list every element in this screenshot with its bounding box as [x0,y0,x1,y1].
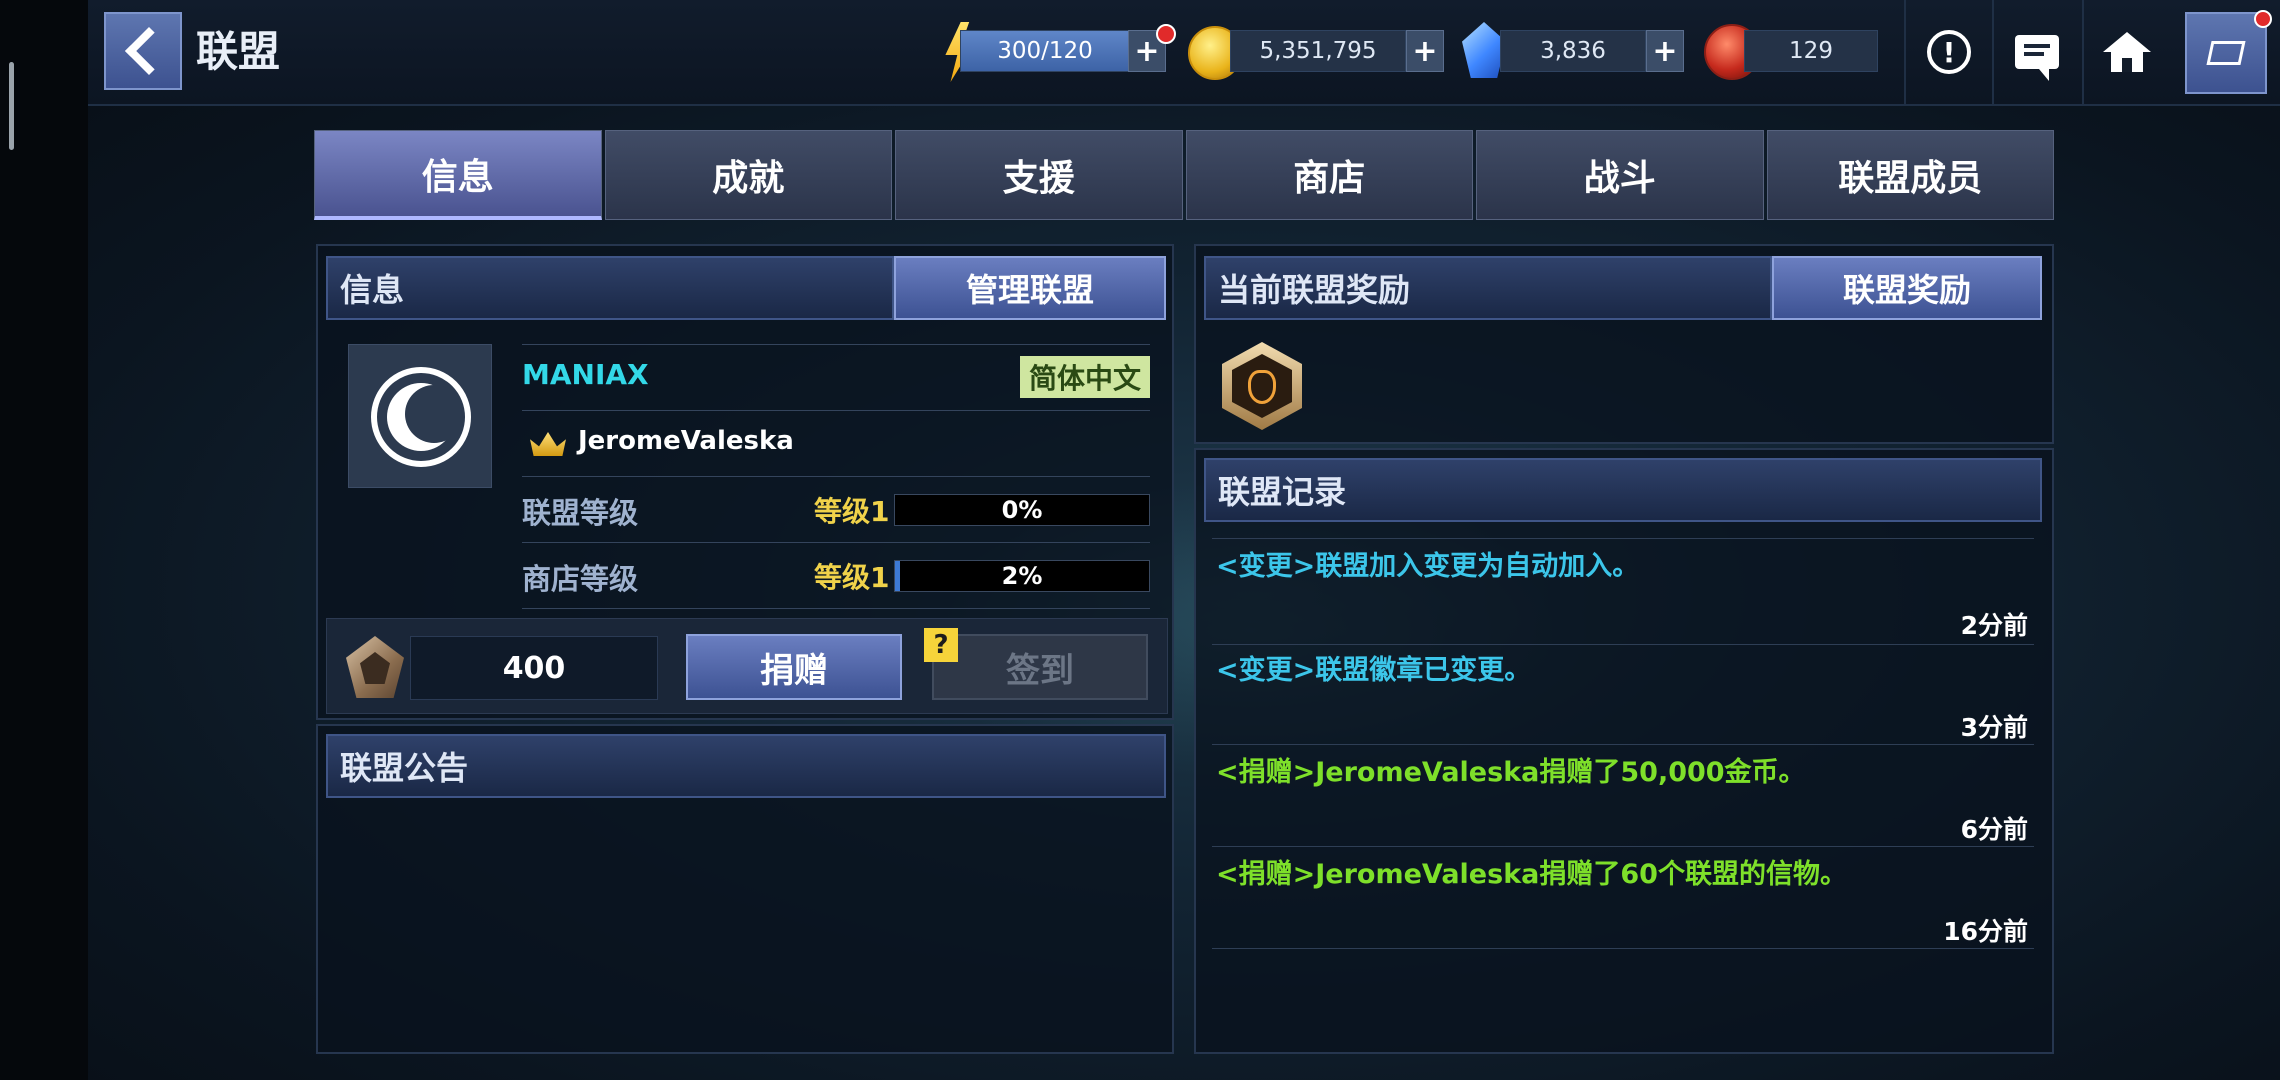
log-entry: <变更>联盟徽章已变更。 [1216,655,1532,686]
crystal-counter: 3,836 [1500,30,1646,72]
progress-text: 0% [1001,496,1043,524]
log-time: 3分前 [1960,713,2028,742]
chevron-left-icon [124,26,174,76]
progress-text: 2% [1001,562,1043,590]
add-crystal-button[interactable]: + [1646,30,1684,72]
menu-button[interactable] [2185,12,2267,94]
announcement-header: 联盟公告 [326,734,1166,798]
divider [522,344,1150,345]
divider [1212,744,2034,745]
edge-handle[interactable] [9,62,14,150]
log-entry: <捐赠>JeromeValeska捐赠了50,000金币。 [1216,757,1806,788]
menu-notification-dot [2254,10,2272,28]
token-count: 400 [410,636,658,700]
log-entry: <变更>联盟加入变更为自动加入。 [1216,551,1640,582]
info-header: 信息 [326,256,894,320]
shop-level-value: 等级1 [814,561,890,594]
page-title: 联盟 [196,27,281,76]
menu-icon [2206,41,2246,65]
system-edge [0,0,88,1080]
manage-alliance-button[interactable]: 管理联盟 [894,256,1166,320]
divider [522,476,1150,477]
rewards-header: 当前联盟奖励 [1204,256,1772,320]
leader-name: JeromeValeska [578,426,794,456]
gem-counter: 129 [1744,30,1878,72]
alert-icon: ! [1927,30,1971,74]
alliance-level-progress: 0% [894,494,1150,526]
help-icon[interactable]: ? [924,628,958,662]
checkin-button[interactable]: 签到 [932,634,1148,700]
divider [1212,846,2034,847]
energy-counter: 300/120 [960,30,1130,72]
add-gold-button[interactable]: + [1406,30,1444,72]
log-time: 2分前 [1960,611,2028,640]
log-entry: <捐赠>JeromeValeska捐赠了60个联盟的信物。 [1216,859,1847,890]
divider [522,542,1150,543]
helmet-icon [1248,370,1276,404]
tab-achievements[interactable]: 成就 [604,130,892,220]
notification-dot [1156,24,1176,44]
tab-battle[interactable]: 战斗 [1476,130,1764,220]
log-time: 16分前 [1943,917,2028,946]
divider [1212,538,2034,539]
shop-level-label: 商店等级 [522,562,639,596]
log-time: 6分前 [1960,815,2028,844]
divider [522,410,1150,411]
home-icon [2103,32,2151,72]
back-button[interactable] [104,12,182,90]
donate-button[interactable]: 捐赠 [686,634,902,700]
divider [1212,644,2034,645]
alliance-level-value: 等级1 [814,495,890,528]
tab-bar: 信息 成就 支援 商店 战斗 联盟成员 [314,130,2054,220]
tab-info[interactable]: 信息 [314,130,602,220]
tab-shop[interactable]: 商店 [1185,130,1473,220]
alliance-rewards-button[interactable]: 联盟奖励 [1772,256,2042,320]
chat-icon [2015,35,2059,81]
alliance-name: MANIAX [522,358,649,391]
divider [522,608,1150,609]
language-badge: 简体中文 [1020,356,1150,398]
shop-level-progress: 2% [894,560,1150,592]
alliance-level-label: 联盟等级 [522,496,639,530]
gold-counter: 5,351,795 [1230,30,1406,72]
alliance-emblem [348,344,492,488]
tab-support[interactable]: 支援 [895,130,1183,220]
tab-members[interactable]: 联盟成员 [1766,130,2054,220]
alert-button[interactable]: ! [1904,0,1992,104]
home-button[interactable] [2082,0,2170,104]
divider [1212,948,2034,949]
chat-button[interactable] [1992,0,2080,104]
log-header: 联盟记录 [1204,458,2042,522]
